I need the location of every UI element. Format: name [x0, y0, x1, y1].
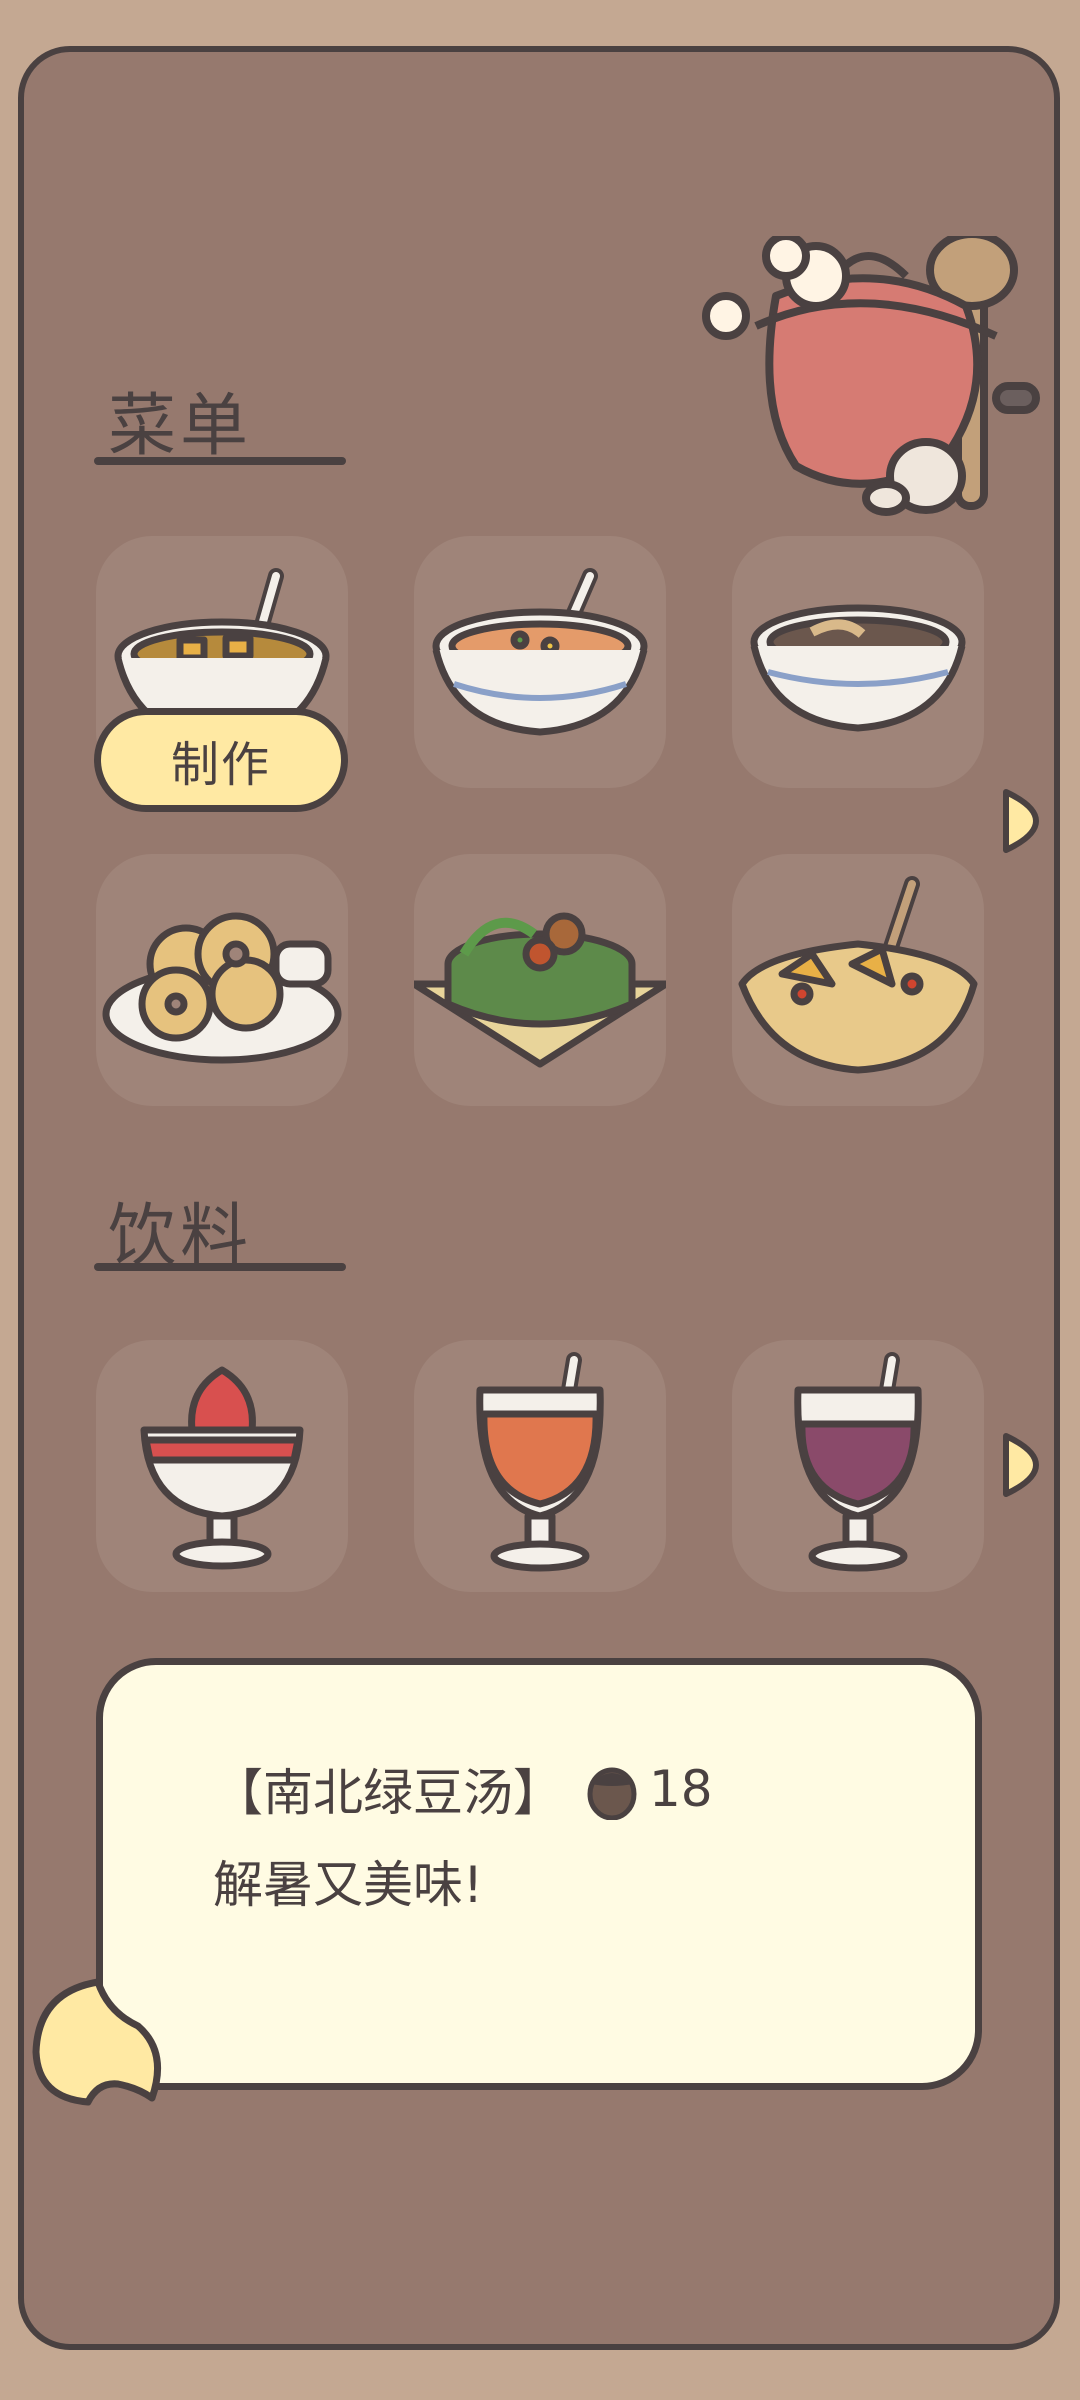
- item-description-text: 解暑又美味!: [213, 1856, 484, 1914]
- cooking-pot-decoration-icon: [702, 236, 1040, 516]
- speech-bubble-tail-icon: [32, 1978, 161, 2106]
- vegetable-pot-icon: [414, 912, 666, 1068]
- menu-item-mixed-soup[interactable]: [414, 536, 666, 788]
- item-name: 【南北绿豆汤】: [213, 1764, 563, 1822]
- berry-juice-glass-icon: [794, 1352, 922, 1572]
- stir-fry-basket-icon: [738, 876, 978, 1074]
- mung-bean-soup-bowl-icon: [750, 604, 966, 732]
- menu-next-arrow-icon[interactable]: [1000, 786, 1042, 856]
- menu-item-donuts[interactable]: [96, 854, 348, 1106]
- donut-plate-icon: [102, 912, 342, 1064]
- menu-item-veg-pot[interactable]: [414, 854, 666, 1106]
- drink-item-strawberry-sundae[interactable]: [96, 1340, 348, 1592]
- orange-juice-glass-icon: [476, 1352, 604, 1572]
- item-price: 18: [649, 1760, 713, 1818]
- mixed-veg-soup-bowl-icon: [432, 568, 648, 736]
- item-description-box: 【南北绿豆汤】 18 解暑又美味!: [96, 1658, 982, 2090]
- drink-item-berry-juice[interactable]: [732, 1340, 984, 1592]
- drinks-next-arrow-icon[interactable]: [1000, 1430, 1042, 1500]
- strawberry-sundae-icon: [140, 1366, 304, 1570]
- make-button[interactable]: 制作: [94, 708, 348, 812]
- menu-section-title: 菜单: [108, 387, 253, 466]
- menu-title-underline: [94, 457, 346, 465]
- acorn-icon: [587, 1767, 637, 1820]
- item-name-price-row: 【南北绿豆汤】 18: [213, 1753, 713, 1825]
- drinks-title-underline: [94, 1263, 346, 1271]
- menu-item-mung-bean-soup[interactable]: [732, 536, 984, 788]
- menu-item-stir-fry[interactable]: [732, 854, 984, 1106]
- drink-item-orange-juice[interactable]: [414, 1340, 666, 1592]
